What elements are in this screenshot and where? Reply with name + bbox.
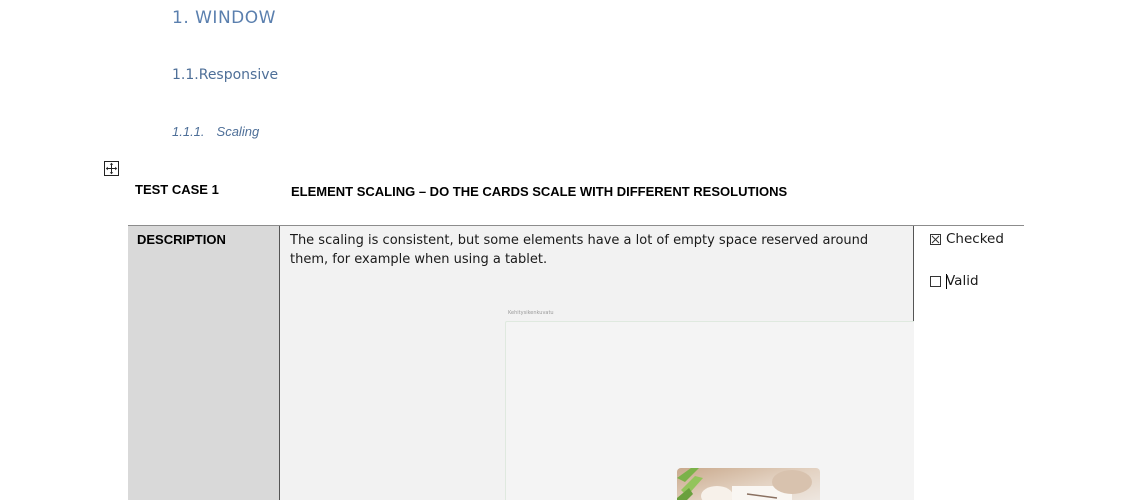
description-label: DESCRIPTION: [137, 232, 226, 247]
checkbox-crossed-icon[interactable]: [930, 233, 941, 245]
embedded-image-caption: Kehitysikenkuvatu: [508, 310, 554, 316]
test-case-label: TEST CASE 1: [135, 182, 219, 197]
test-case-table: DESCRIPTION The scaling is consistent, b…: [128, 225, 1024, 500]
heading-level-3-text: Scaling: [216, 124, 260, 139]
heading-level-3: 1.1.1. Scaling: [172, 124, 259, 139]
checkbox-empty-icon[interactable]: [930, 275, 941, 287]
test-case-title: ELEMENT SCALING – DO THE CARDS SCALE WIT…: [291, 184, 788, 199]
table-move-handle-icon[interactable]: [104, 161, 119, 176]
status-cell: Checked Valid: [914, 226, 1024, 500]
valid-status-label: Valid: [946, 273, 979, 289]
checked-status[interactable]: Checked: [930, 231, 1004, 247]
description-label-cell: DESCRIPTION: [128, 226, 280, 500]
heading-level-2: 1.1.Responsive: [172, 67, 279, 83]
heading-level-1: 1. WINDOW: [172, 8, 276, 28]
checked-status-label: Checked: [946, 231, 1004, 247]
embedded-photo-thumbnail: [677, 468, 820, 500]
heading-level-3-number: 1.1.1.: [172, 124, 205, 139]
description-cell[interactable]: The scaling is consistent, but some elem…: [280, 226, 993, 500]
valid-status[interactable]: Valid: [930, 273, 979, 289]
description-text[interactable]: The scaling is consistent, but some elem…: [290, 231, 890, 269]
